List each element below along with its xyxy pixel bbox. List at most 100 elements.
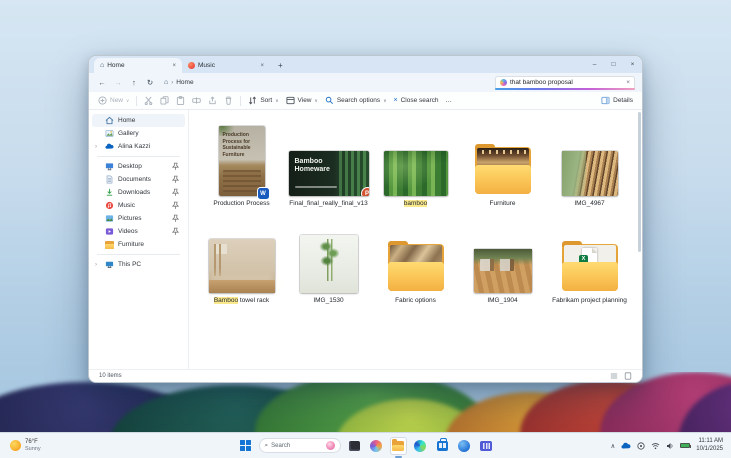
share-icon[interactable] — [208, 96, 217, 105]
file-img-1904[interactable]: IMG_1904 — [459, 212, 546, 309]
slide-title-text: Bamboo Homeware — [295, 158, 343, 174]
image-thumbnail — [474, 249, 532, 293]
more-options-button[interactable]: … — [446, 97, 453, 104]
back-button[interactable]: ← — [96, 78, 108, 87]
weather-condition: Sunny — [25, 446, 41, 452]
task-view-button[interactable] — [346, 437, 363, 455]
tab-close-icon[interactable]: × — [172, 63, 176, 69]
sidebar-item-onedrive[interactable]: › Alina Kazzi — [92, 140, 185, 153]
file-bamboo-towel-rack[interactable]: Bamboo towel rack — [198, 212, 285, 309]
file-explorer-button[interactable] — [390, 437, 407, 455]
minimize-button[interactable]: – — [585, 56, 604, 73]
sidebar-divider — [97, 156, 180, 157]
chevron-right-icon[interactable]: › — [95, 144, 97, 150]
onedrive-icon[interactable] — [621, 442, 631, 450]
clear-search-icon[interactable]: × — [626, 79, 630, 86]
new-label: New — [110, 97, 123, 104]
sidebar-item-gallery[interactable]: Gallery — [92, 127, 185, 140]
bamboo-image-thumbnail — [384, 151, 448, 196]
volume-icon[interactable] — [666, 442, 674, 450]
folder-fabric-options[interactable]: Fabric options — [372, 212, 459, 309]
wifi-icon[interactable] — [651, 442, 660, 450]
taskbar-search[interactable]: ⌕ Search — [259, 438, 341, 453]
onedrive-icon — [105, 142, 114, 151]
details-pane-button[interactable]: Details — [601, 96, 633, 105]
sidebar-item-home[interactable]: Home — [92, 114, 185, 127]
sort-label: Sort — [260, 97, 272, 104]
word-badge-icon: W — [258, 188, 269, 199]
sort-button[interactable]: Sort ∨ — [248, 96, 278, 105]
close-button[interactable]: × — [623, 56, 642, 73]
battery-icon[interactable] — [680, 443, 690, 448]
slide-subtitle-line — [295, 186, 337, 188]
file-img-1530[interactable]: IMG_1530 — [285, 212, 372, 309]
search-icon: ⌕ — [265, 442, 269, 450]
delete-icon[interactable] — [224, 96, 233, 105]
image-thumbnail — [209, 239, 275, 293]
tab-label: Home — [107, 62, 124, 69]
weather-widget[interactable]: 76°F Sunny — [0, 439, 51, 452]
pin-icon — [171, 188, 180, 197]
tab-home[interactable]: ⌂ Home × — [94, 58, 182, 73]
copilot-button[interactable] — [368, 437, 385, 455]
tab-close-icon[interactable]: × — [260, 63, 264, 69]
rename-icon[interactable] — [192, 96, 201, 105]
paste-icon[interactable] — [176, 96, 185, 105]
sidebar-item-music[interactable]: Music — [92, 199, 185, 212]
outlook-button[interactable] — [456, 437, 473, 455]
file-explorer-window: ⌂ Home × Music × + – □ × ← → ↑ ↻ ⌂ — [88, 55, 643, 383]
cut-icon[interactable] — [144, 96, 153, 105]
tray-app-icon[interactable] — [637, 442, 645, 450]
folder-icon — [105, 241, 114, 249]
folder-fabrikam-project-planning[interactable]: X Fabrikam project planning — [546, 212, 633, 309]
chevron-down-icon: ∨ — [126, 98, 129, 104]
file-img-4967[interactable]: IMG_4967 — [546, 115, 633, 212]
sidebar-item-furniture[interactable]: Furniture — [92, 238, 185, 251]
teams-button[interactable] — [478, 437, 495, 455]
window-controls: – □ × — [585, 56, 642, 73]
tab-bar: ⌂ Home × Music × + – □ × — [89, 56, 642, 73]
new-tab-button[interactable]: + — [278, 61, 283, 70]
vertical-scrollbar[interactable] — [638, 112, 641, 367]
edge-button[interactable] — [412, 437, 429, 455]
tab-music[interactable]: Music × — [182, 58, 270, 73]
large-thumbnails-view-icon[interactable] — [624, 372, 632, 380]
taskbar-clock[interactable]: 11:11 AM 10/1/2025 — [696, 438, 723, 452]
up-button[interactable]: ↑ — [128, 78, 140, 87]
file-final-final-really-final-v13[interactable]: Bamboo Homeware P Final_final_really_fin… — [285, 115, 372, 212]
sidebar-item-documents[interactable]: Documents — [92, 173, 185, 186]
view-icon — [286, 96, 295, 105]
sidebar-item-pictures[interactable]: Pictures — [92, 212, 185, 225]
copy-icon[interactable] — [160, 96, 169, 105]
pin-icon — [171, 175, 180, 184]
refresh-button[interactable]: ↻ — [144, 78, 156, 87]
tray-chevron-icon[interactable]: ∧ — [611, 442, 616, 450]
view-button[interactable]: View ∨ — [286, 96, 318, 105]
sidebar-item-this-pc[interactable]: › This PC — [92, 258, 185, 271]
folder-furniture[interactable]: Furniture — [459, 115, 546, 212]
file-bamboo[interactable]: bamboo — [372, 115, 459, 212]
pin-icon — [171, 201, 180, 210]
breadcrumb[interactable]: ⌂ › Home — [164, 79, 194, 86]
chevron-right-icon[interactable]: › — [95, 262, 97, 268]
search-input[interactable]: that bamboo proposal × — [495, 76, 635, 89]
details-view-icon[interactable] — [610, 372, 618, 380]
gallery-icon — [105, 129, 114, 138]
folder-icon: X — [562, 241, 618, 293]
maximize-button[interactable]: □ — [604, 56, 623, 73]
forward-button[interactable]: → — [112, 78, 124, 87]
close-search-button[interactable]: × Close search — [393, 97, 438, 104]
chevron-down-icon: ∨ — [275, 98, 278, 104]
sidebar-item-downloads[interactable]: Downloads — [92, 186, 185, 199]
search-options-button[interactable]: Search options ∨ — [325, 96, 387, 105]
start-button[interactable] — [237, 437, 254, 455]
store-button[interactable] — [434, 437, 451, 455]
new-button[interactable]: New ∨ — [98, 96, 129, 105]
file-production-process[interactable]: Production Process for Sustainable Furni… — [198, 115, 285, 212]
close-search-icon: × — [393, 97, 397, 104]
search-options-label: Search options — [337, 97, 380, 104]
sidebar-item-videos[interactable]: Videos — [92, 225, 185, 238]
sidebar-item-desktop[interactable]: Desktop — [92, 160, 185, 173]
task-view-icon — [349, 441, 360, 451]
file-label: IMG_4967 — [574, 200, 604, 208]
